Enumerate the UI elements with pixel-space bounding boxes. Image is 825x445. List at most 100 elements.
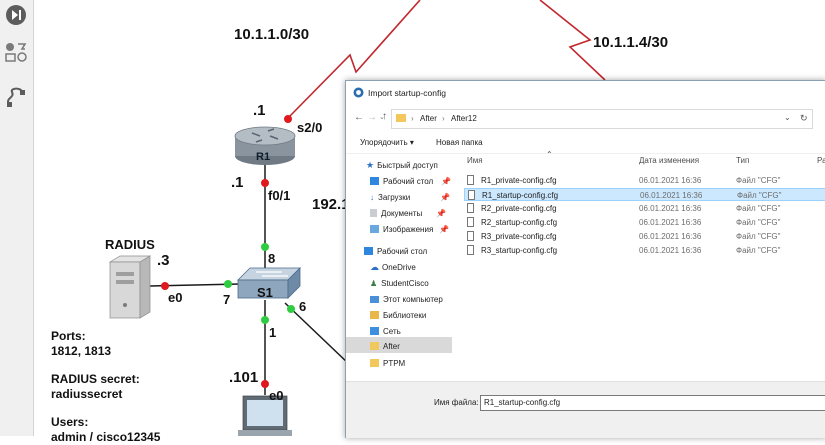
desktop-icon — [364, 247, 373, 255]
dialog-title: Import startup-config — [368, 88, 446, 98]
all-devices-button[interactable] — [3, 40, 29, 66]
file-row[interactable]: R2_startup-config.cfg 06.01.2021 16:36 Ф… — [464, 216, 825, 229]
nav-item-ptpm[interactable]: PTPM — [370, 356, 405, 370]
file-icon — [467, 203, 474, 213]
nav-item-onedrive[interactable]: ☁ OneDrive — [370, 260, 416, 274]
nav-item-after[interactable]: After — [370, 339, 400, 353]
folder-icon — [370, 342, 379, 350]
column-header-name[interactable]: Имя — [467, 156, 483, 165]
star-icon: ★ — [366, 159, 375, 170]
file-row[interactable]: R2_private-config.cfg 06.01.2021 16:36 Ф… — [464, 202, 825, 215]
radius-server[interactable] — [108, 255, 152, 319]
file-icon — [467, 231, 474, 241]
file-date: 06.01.2021 16:36 — [639, 232, 702, 241]
desktop-icon — [370, 177, 379, 185]
link-status-dot — [224, 280, 232, 288]
pin-icon: 📌 — [439, 224, 450, 234]
nav-item-desktop[interactable]: Рабочий стол — [364, 244, 427, 258]
file-icon — [468, 190, 475, 200]
file-type: Файл "CFG" — [736, 232, 781, 241]
column-header-type[interactable]: Тип — [736, 156, 749, 165]
file-date: 06.01.2021 16:36 — [639, 246, 702, 255]
devices-group-icon — [5, 43, 27, 62]
folder-icon — [396, 114, 406, 122]
cable-icon — [7, 87, 25, 107]
pin-icon: 📌 — [440, 192, 451, 202]
breadcrumb-item[interactable]: After12 — [451, 114, 477, 123]
pin-icon: 📌 — [441, 176, 452, 186]
nav-item-this-pc[interactable]: Этот компьютер — [370, 292, 443, 306]
file-date: 06.01.2021 16:36 — [639, 176, 702, 185]
r1-f0-octet: .1 — [231, 174, 244, 191]
pc-port: e0 — [269, 388, 284, 403]
up-arrow-icon[interactable]: ↑ — [382, 111, 387, 122]
link-status-dot — [287, 305, 295, 313]
radius-octet: .3 — [157, 252, 170, 269]
nav-item-pictures[interactable]: Изображения 📌 — [370, 222, 449, 236]
nav-item-desktop-pinned[interactable]: Рабочий стол 📌 — [370, 174, 451, 188]
network-icon — [370, 327, 379, 335]
ports-value: 1812, 1813 — [51, 344, 112, 358]
address-bar[interactable]: › After › After12 ⌄ ↻ — [391, 109, 813, 129]
column-header-size[interactable]: Ра — [817, 156, 825, 165]
file-name: R1_private-config.cfg — [481, 176, 557, 185]
nav-item-documents[interactable]: Документы 📌 — [370, 206, 446, 220]
library-icon — [370, 311, 379, 319]
r1-f0-port: f0/1 — [268, 188, 291, 203]
dialog-title-bar[interactable]: Import startup-config — [346, 81, 825, 105]
ports-title: Ports: — [51, 329, 86, 343]
file-date: 06.01.2021 16:36 — [639, 204, 702, 213]
file-row[interactable]: R3_private-config.cfg 06.01.2021 16:36 Ф… — [464, 230, 825, 243]
folder-icon — [370, 359, 379, 367]
filename-label: Имя файла: — [434, 398, 479, 407]
file-type: Файл "CFG" — [736, 218, 781, 227]
file-name: R2_private-config.cfg — [481, 204, 557, 213]
nav-item-network[interactable]: Сеть — [370, 324, 401, 338]
nav-item-downloads[interactable]: ↓ Загрузки 📌 — [370, 190, 450, 204]
s1-port-down: 1 — [269, 325, 277, 340]
nav-item-label: PTPM — [383, 358, 406, 368]
file-row[interactable]: R3_startup-config.cfg 06.01.2021 16:36 Ф… — [464, 244, 825, 257]
r1-label: R1 — [256, 151, 271, 163]
filename-input[interactable]: R1_startup-config.cfg — [480, 395, 825, 411]
pc-host[interactable] — [238, 395, 292, 436]
file-row[interactable]: R1_startup-config.cfg 06.01.2021 16:36 Ф… — [464, 188, 825, 201]
nav-item-label: Быстрый доступ — [377, 160, 438, 170]
file-type: Файл "CFG" — [736, 176, 781, 185]
end-devices-button[interactable] — [3, 2, 29, 28]
import-startup-config-dialog: Import startup-config ← → ⌄ ↑ › After › … — [345, 80, 825, 438]
nav-item-label: OneDrive — [382, 262, 416, 272]
add-link-button[interactable] — [3, 84, 29, 110]
nav-item-quick-access[interactable]: ★ Быстрый доступ — [366, 158, 438, 172]
pc-octet: .101 — [229, 369, 259, 386]
subnet-right-label: 10.1.1.4/30 — [593, 34, 669, 51]
organize-button[interactable]: Упорядочить ▾ — [360, 138, 414, 147]
nav-item-libraries[interactable]: Библиотеки — [370, 308, 426, 322]
lan-subnet-label: 192.1 — [312, 196, 350, 213]
secret-title: RADIUS secret: — [51, 372, 140, 386]
users-title: Users: — [51, 415, 89, 429]
link-s1-right[interactable] — [284, 302, 351, 366]
link-status-dot — [261, 243, 269, 251]
file-name: R1_startup-config.cfg — [482, 191, 559, 200]
nav-item-label: Загрузки — [378, 192, 411, 202]
refresh-icon[interactable]: ↻ — [800, 113, 808, 124]
column-header-date[interactable]: Дата изменения — [639, 156, 699, 165]
forward-arrow-icon[interactable]: → — [367, 112, 377, 123]
dropdown-chevron-icon[interactable]: ⌄ — [784, 113, 791, 122]
nav-item-label: After — [383, 341, 400, 351]
nav-item-label: Библиотеки — [383, 310, 427, 320]
radius-port: e0 — [168, 290, 183, 305]
nav-item-user[interactable]: ♟ StudentCisco — [370, 276, 429, 290]
breadcrumb-item[interactable]: After — [420, 114, 437, 123]
file-row[interactable]: R1_private-config.cfg 06.01.2021 16:36 Ф… — [464, 174, 825, 187]
nav-item-label: Документы — [381, 208, 423, 218]
download-icon: ↓ — [370, 192, 374, 202]
r1-s2-port: s2/0 — [297, 120, 323, 135]
new-folder-button[interactable]: Новая папка — [436, 138, 483, 147]
nav-item-label: Рабочий стол — [377, 246, 428, 256]
pictures-icon — [370, 225, 379, 233]
back-arrow-icon[interactable]: ← — [354, 112, 364, 123]
file-date: 06.01.2021 16:36 — [639, 218, 702, 227]
device-toolbar — [0, 0, 34, 436]
